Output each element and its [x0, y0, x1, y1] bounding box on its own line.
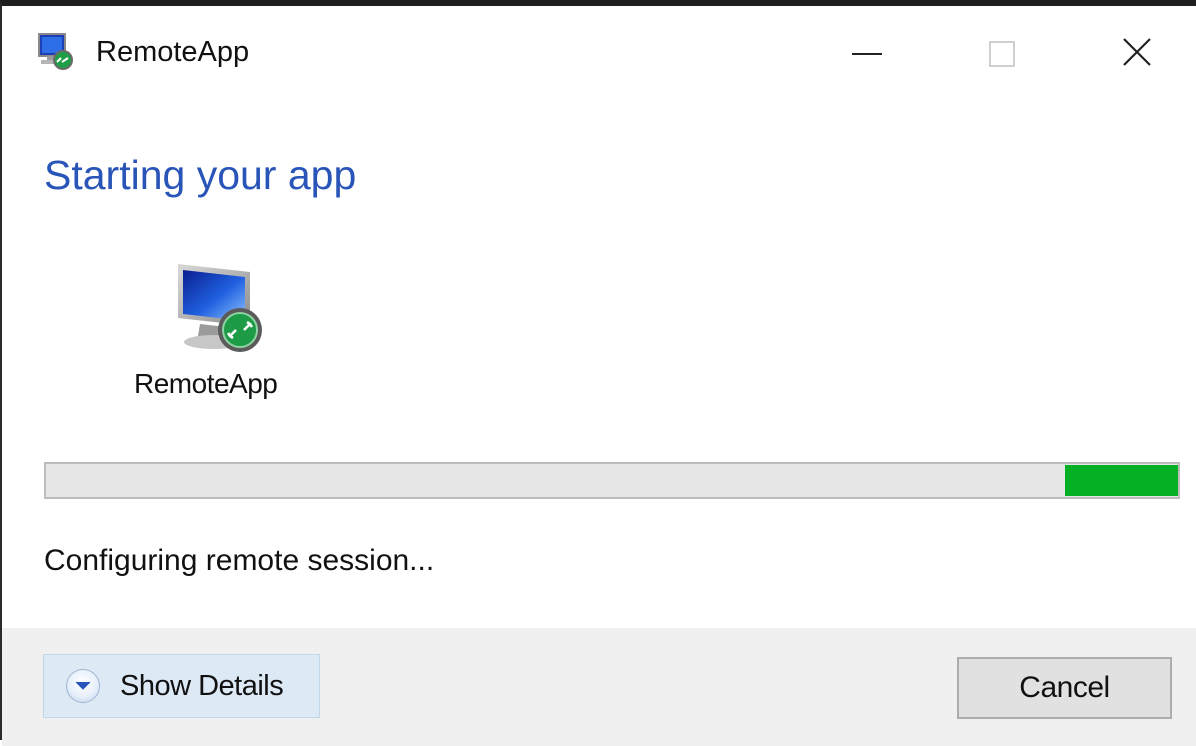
page-title: Starting your app: [44, 152, 357, 198]
window-title: RemoteApp: [96, 36, 250, 68]
show-details-label: Show Details: [120, 669, 284, 702]
maximize-button[interactable]: [967, 24, 1037, 84]
progress-bar: [44, 462, 1180, 499]
chevron-down-icon: [66, 669, 100, 703]
remoteapp-icon: [35, 32, 75, 72]
remote-desktop-monitor-icon: [170, 260, 270, 360]
title-bar: RemoteApp: [2, 6, 1196, 96]
maximize-icon: [989, 41, 1015, 67]
progress-fill: [1065, 465, 1178, 496]
close-icon: [1122, 37, 1152, 72]
close-button[interactable]: [1102, 24, 1172, 84]
minimize-icon: [852, 53, 882, 55]
dialog-footer: Show Details Cancel: [2, 628, 1196, 746]
show-details-button[interactable]: Show Details: [43, 654, 320, 718]
status-text: Configuring remote session...: [44, 544, 435, 577]
remoteapp-dialog: RemoteApp Starting your app RemoteApp Co…: [0, 0, 1196, 746]
minimize-button[interactable]: [832, 24, 902, 84]
cancel-button[interactable]: Cancel: [957, 657, 1172, 719]
app-label: RemoteApp: [134, 368, 278, 399]
